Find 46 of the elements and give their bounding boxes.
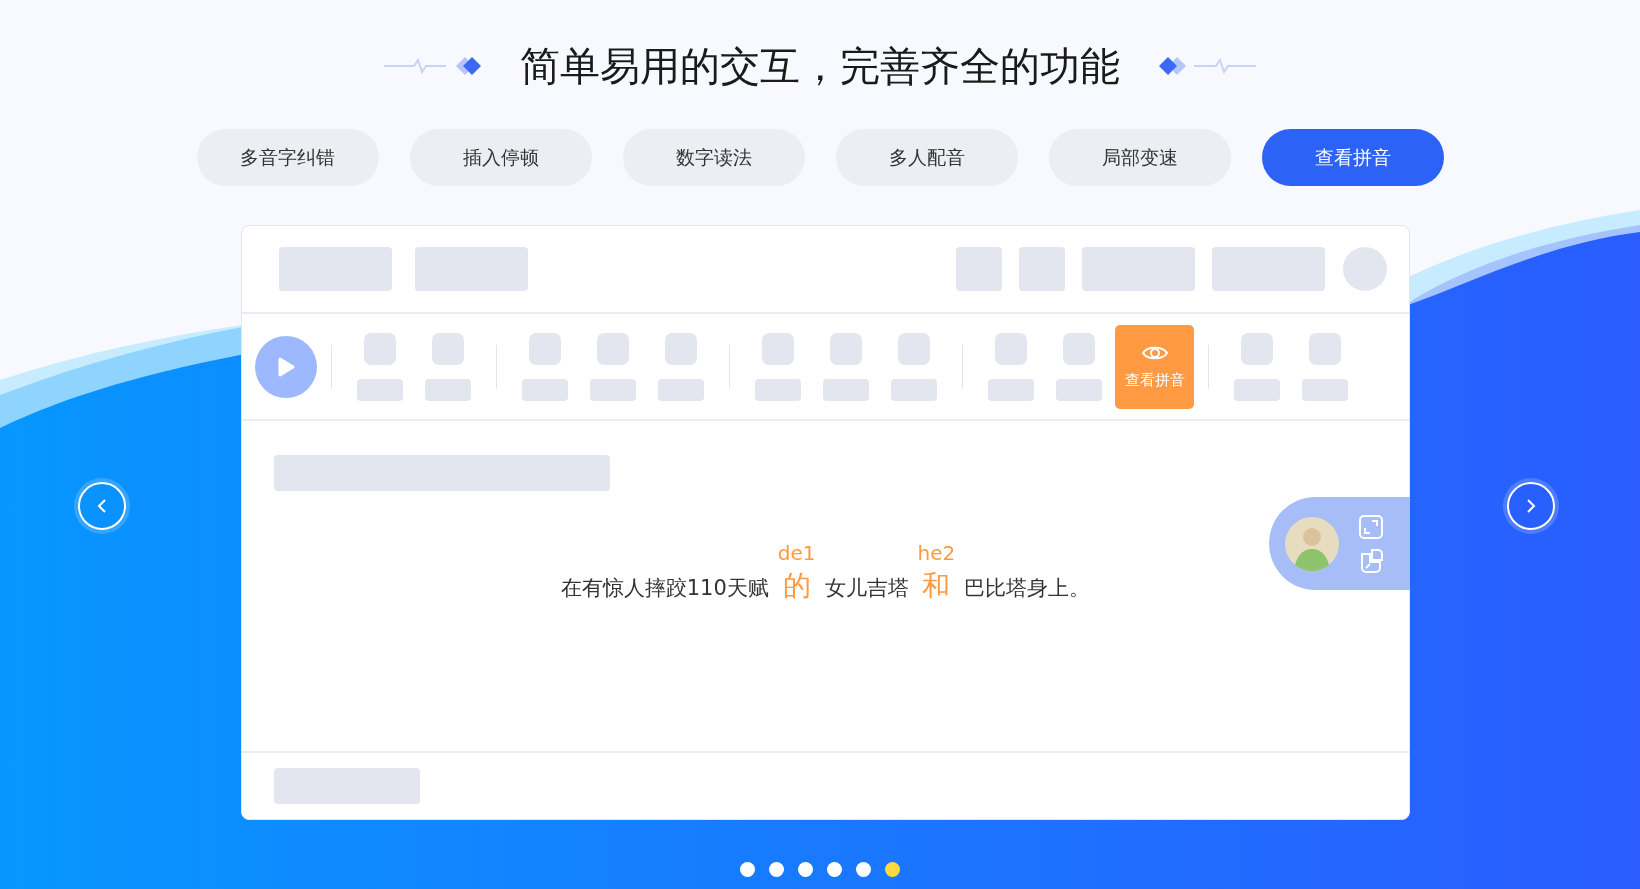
sentence-text: 在有惊人摔跤110天赋 — [560, 575, 769, 602]
placeholder-block — [1056, 378, 1102, 401]
highlighted-character: 的 — [782, 569, 811, 603]
feature-tab[interactable]: 多音字纠错 — [196, 129, 379, 186]
play-icon — [276, 355, 296, 378]
avatar-icon — [1285, 516, 1339, 571]
sentence-text: 巴比塔身上。 — [964, 575, 1091, 602]
placeholder-block — [1241, 332, 1273, 365]
placeholder-block — [762, 332, 794, 365]
placeholder-block — [357, 378, 403, 401]
placeholder-block — [658, 378, 704, 401]
placeholder-block — [665, 332, 697, 365]
sentence-text: 女儿吉塔 — [824, 575, 909, 602]
placeholder-block — [956, 247, 1002, 291]
feature-tab[interactable]: 多人配音 — [835, 129, 1018, 186]
placeholder-block — [432, 332, 464, 365]
feature-tab[interactable]: 插入停顿 — [409, 129, 592, 186]
pinyin-label: he2 — [917, 541, 956, 565]
placeholder-block — [364, 332, 396, 365]
highlighted-character: 和 — [922, 569, 951, 603]
placeholder-block — [1234, 378, 1280, 401]
placeholder-block — [1019, 247, 1065, 291]
placeholder-block — [1343, 247, 1387, 291]
placeholder-block — [830, 332, 862, 365]
placeholder-block — [891, 378, 937, 401]
section-title: 简单易用的交互，完善齐全的功能 — [520, 41, 1120, 91]
pulse-diamond-icon — [384, 54, 484, 78]
placeholder-block — [590, 378, 636, 401]
placeholder-block — [529, 332, 561, 365]
placeholder-block — [597, 332, 629, 365]
chevron-left-icon — [96, 498, 108, 514]
placeholder-block — [1302, 378, 1348, 401]
chevron-right-icon — [1525, 498, 1537, 514]
feature-tab[interactable]: 查看拼音 — [1261, 129, 1444, 186]
placeholder-block — [1309, 332, 1341, 365]
placeholder-block — [425, 378, 471, 401]
placeholder-block — [823, 378, 869, 401]
pinyin-label: de1 — [777, 541, 816, 565]
placeholder-block — [898, 332, 930, 365]
placeholder-block — [1063, 332, 1095, 365]
placeholder-block — [755, 378, 801, 401]
placeholder-block — [995, 332, 1027, 365]
placeholder-block — [988, 378, 1034, 401]
feature-tab[interactable]: 局部变速 — [1048, 129, 1231, 186]
feature-tab[interactable]: 数字读法 — [622, 129, 805, 186]
placeholder-block — [522, 378, 568, 401]
